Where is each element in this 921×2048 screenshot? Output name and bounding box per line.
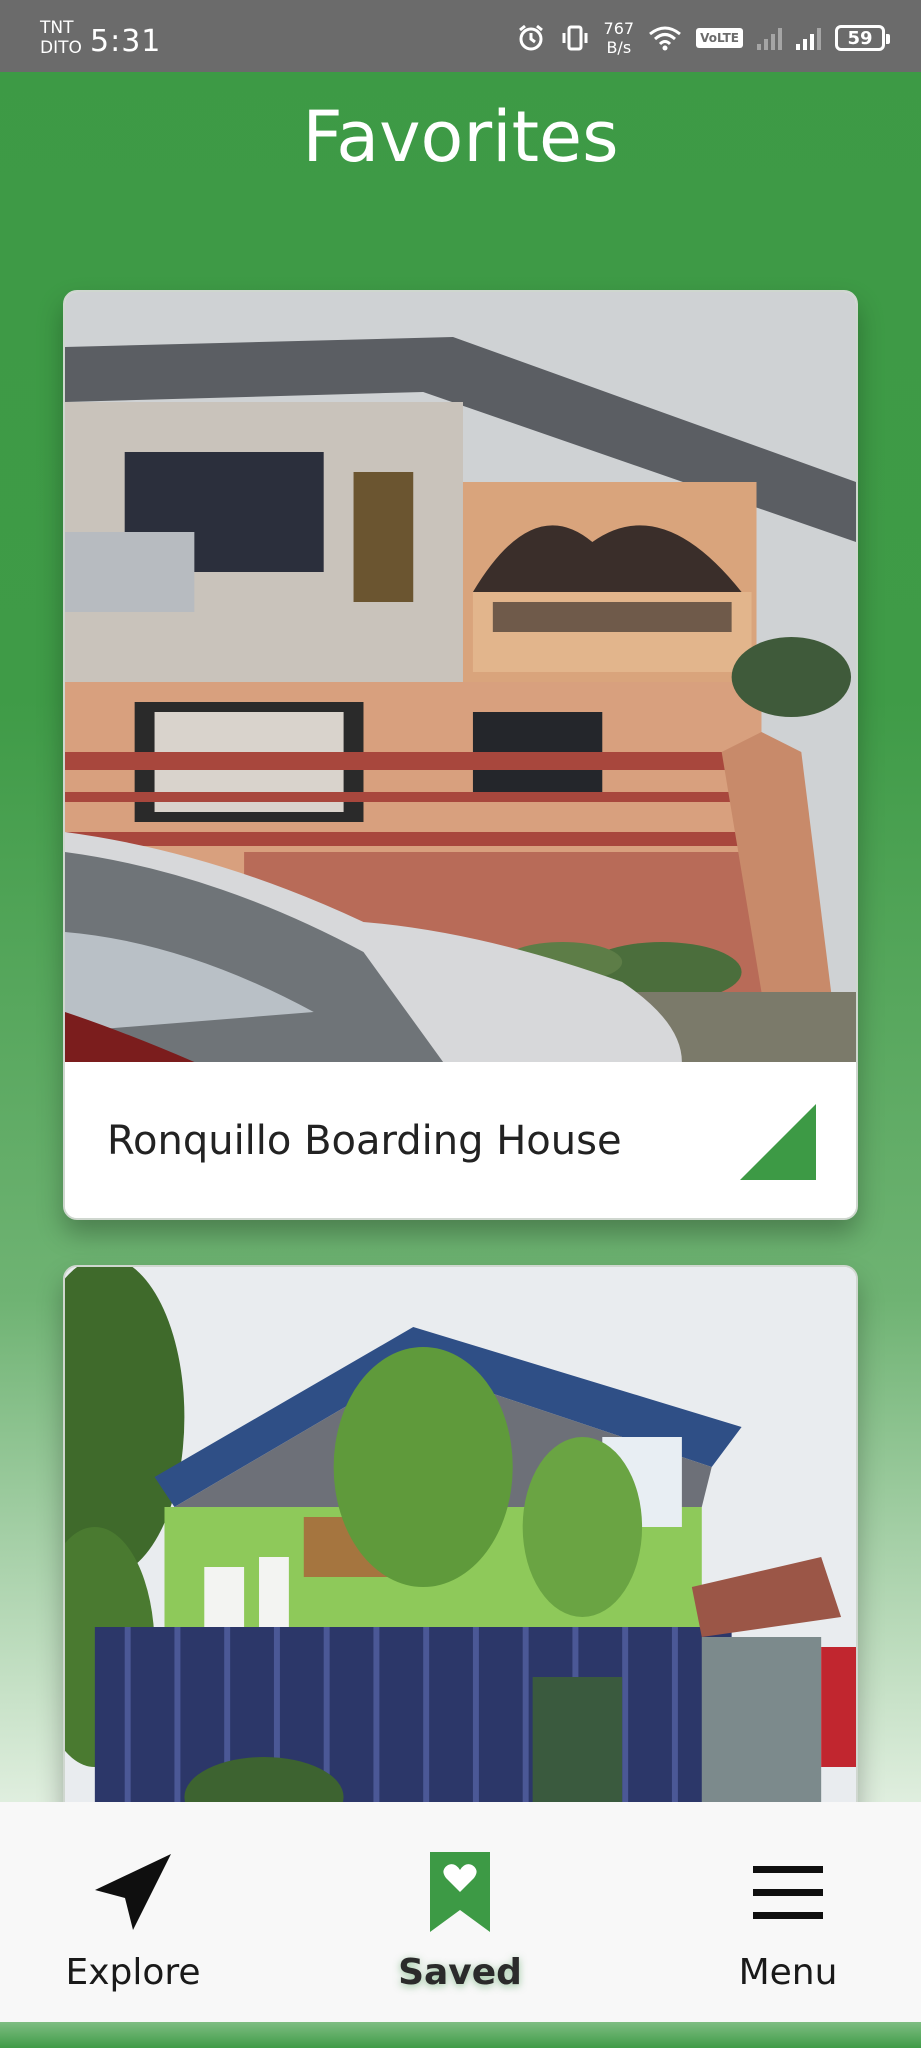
- battery-level: 59: [847, 27, 873, 49]
- net-speed-value: 767: [603, 19, 635, 38]
- nav-explore[interactable]: Explore: [13, 1802, 253, 2022]
- signal-icon: [757, 26, 782, 50]
- nav-saved-label: Saved: [398, 1952, 522, 1993]
- favorite-card[interactable]: Ronquillo Boarding House: [63, 290, 858, 1220]
- net-speed: 767 B/s: [604, 19, 635, 57]
- hamburger-menu-icon: [753, 1866, 823, 1919]
- card-footer[interactable]: Ronquillo Boarding House: [65, 1062, 856, 1218]
- carrier-labels: TNT DITO: [40, 18, 82, 58]
- page-title: Favorites: [302, 96, 619, 178]
- nav-menu[interactable]: Menu: [668, 1802, 908, 2022]
- bottom-accent-strip: [0, 2022, 921, 2048]
- alarm-icon: [518, 24, 543, 51]
- property-photo[interactable]: [65, 292, 856, 1062]
- corner-triangle-icon: [740, 1104, 816, 1180]
- nav-saved[interactable]: Saved: [340, 1802, 580, 2022]
- vibrate-icon: [562, 25, 588, 51]
- navigation-arrow-icon: [95, 1854, 171, 1930]
- wifi-icon: [649, 26, 682, 51]
- status-bar: TNT DITO 5:31 767 B/s VoLTE 59: [0, 0, 921, 72]
- carrier-2: DITO: [40, 38, 82, 58]
- status-time: 5:31: [90, 24, 162, 59]
- property-name: Ronquillo Boarding House: [107, 1118, 622, 1164]
- net-speed-unit: B/s: [606, 38, 632, 57]
- bottom-navigation: Explore Saved Menu: [0, 1802, 921, 2022]
- carrier-1: TNT: [40, 18, 74, 38]
- favorite-card[interactable]: [63, 1265, 858, 1825]
- bookmark-heart-icon: [430, 1852, 490, 1932]
- nav-menu-label: Menu: [738, 1952, 838, 1993]
- property-photo[interactable]: [65, 1267, 856, 1823]
- nav-explore-label: Explore: [65, 1952, 201, 1993]
- battery-icon: 59: [835, 25, 890, 51]
- signal-icon: [796, 26, 821, 50]
- status-icons: 767 B/s VoLTE 59: [516, 18, 890, 58]
- volte-badge: VoLTE: [696, 28, 743, 48]
